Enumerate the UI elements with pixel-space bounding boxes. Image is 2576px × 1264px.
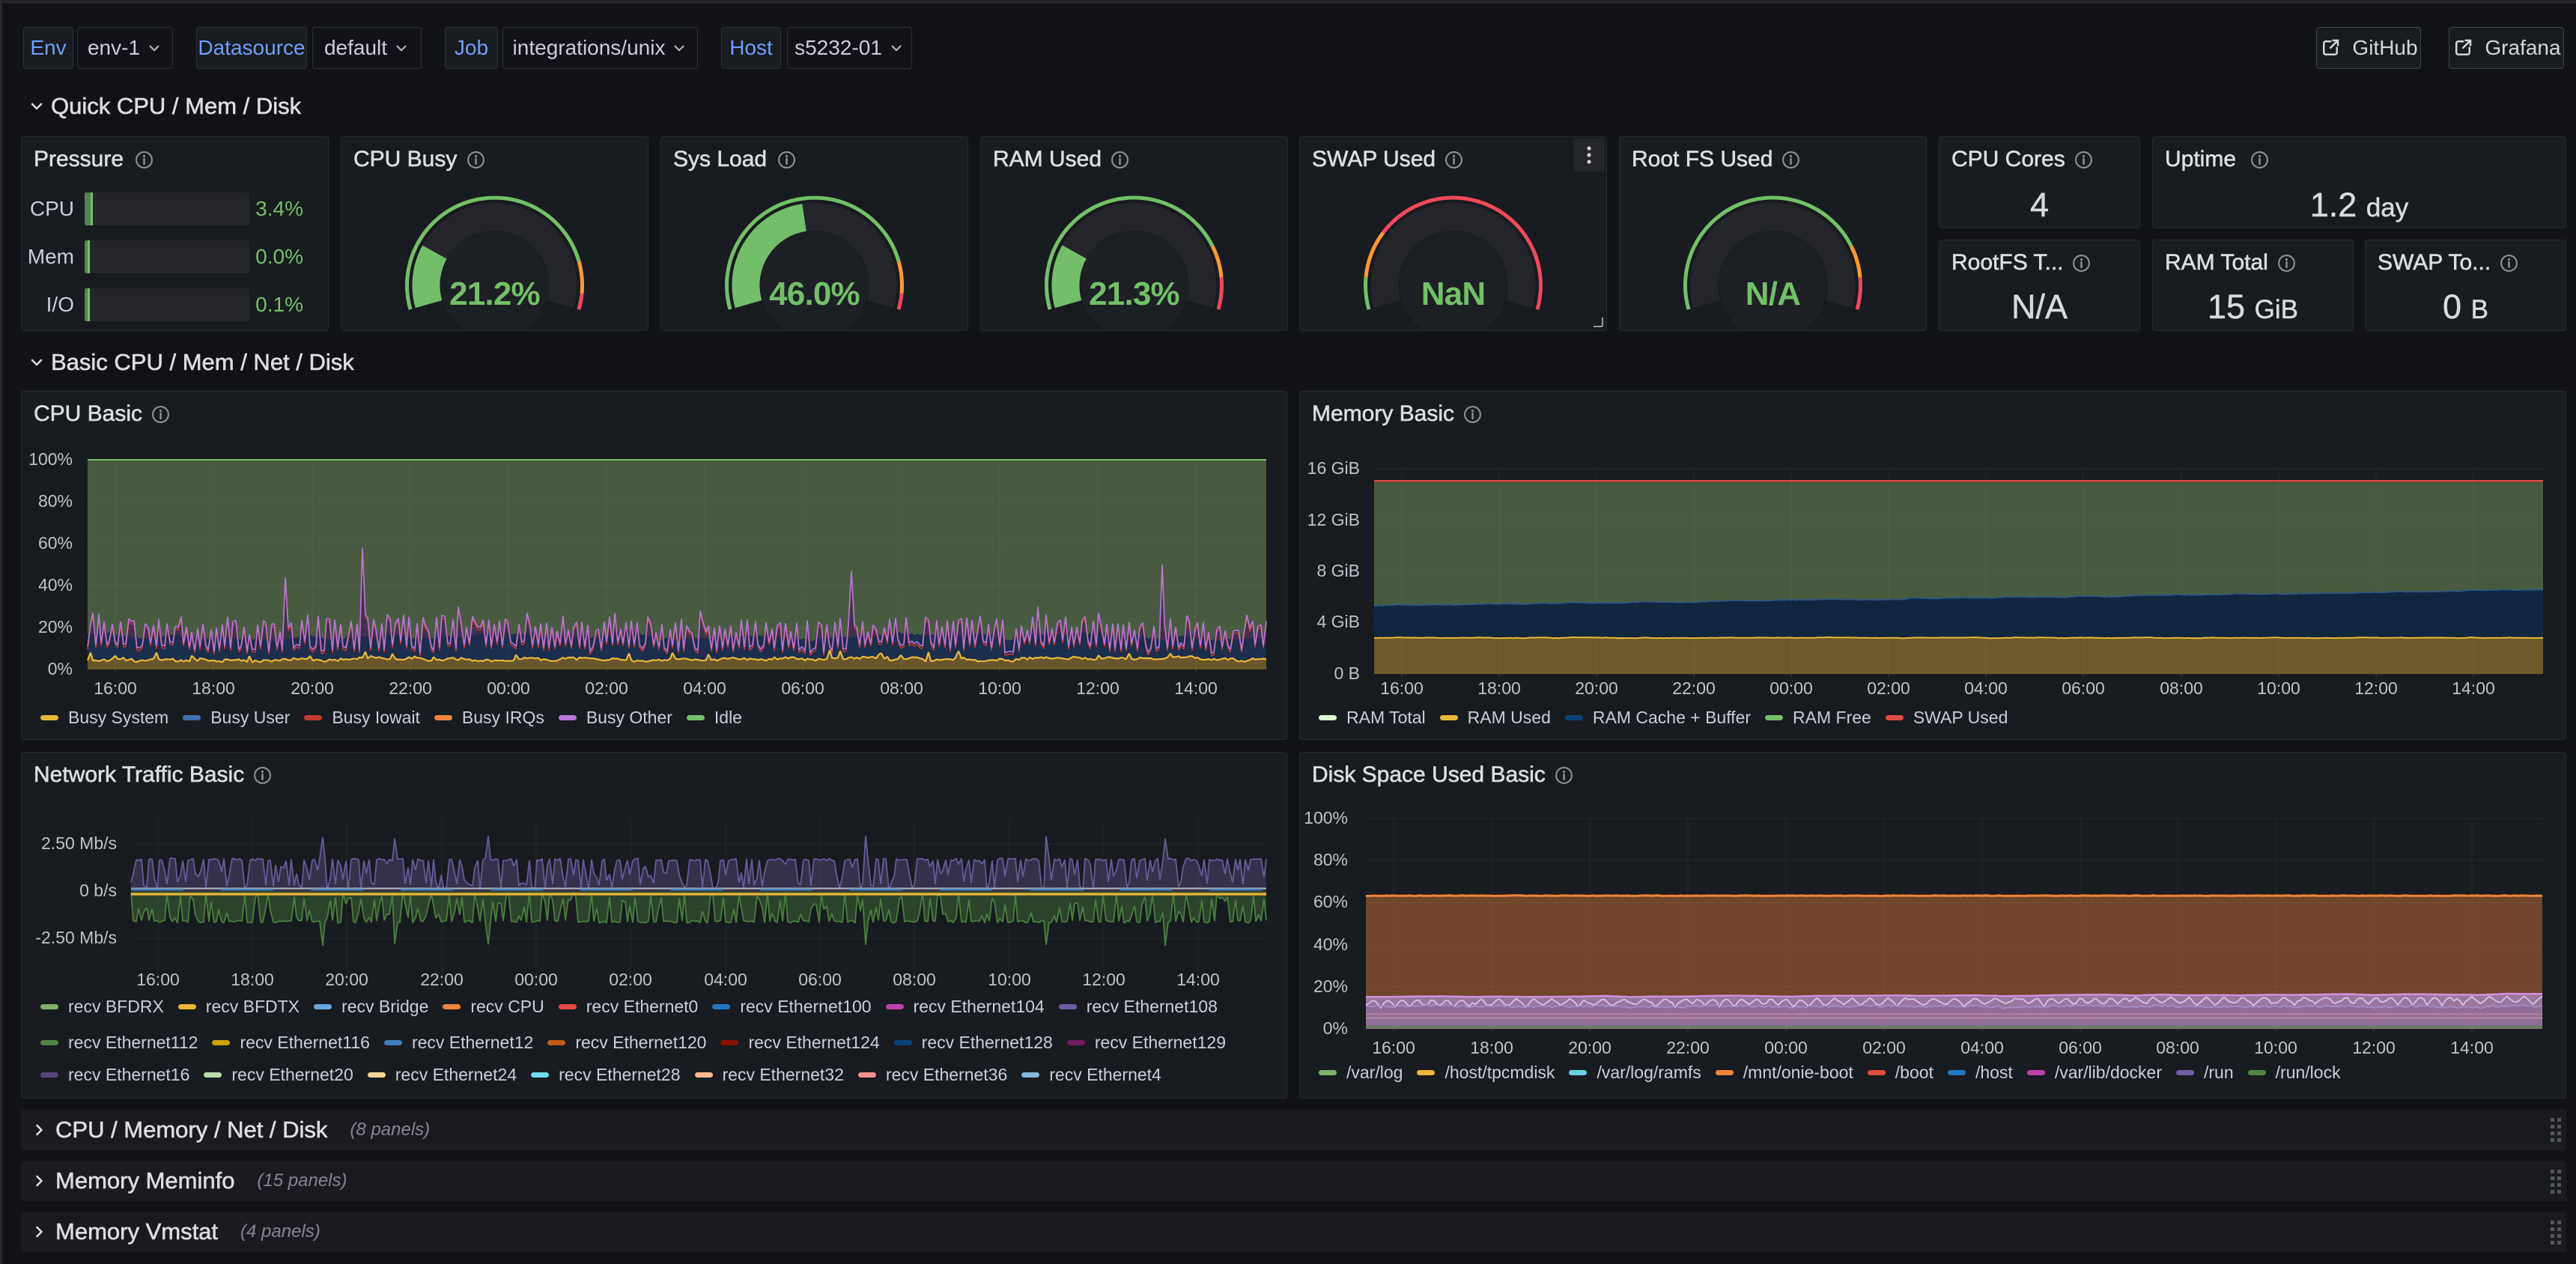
svg-text:NaN: NaN	[1421, 276, 1486, 312]
svg-text:46.0%: 46.0%	[769, 276, 860, 312]
svg-text:21.3%: 21.3%	[1089, 276, 1179, 312]
svg-text:N/A: N/A	[1746, 276, 1800, 312]
svg-text:21.2%: 21.2%	[449, 276, 540, 312]
